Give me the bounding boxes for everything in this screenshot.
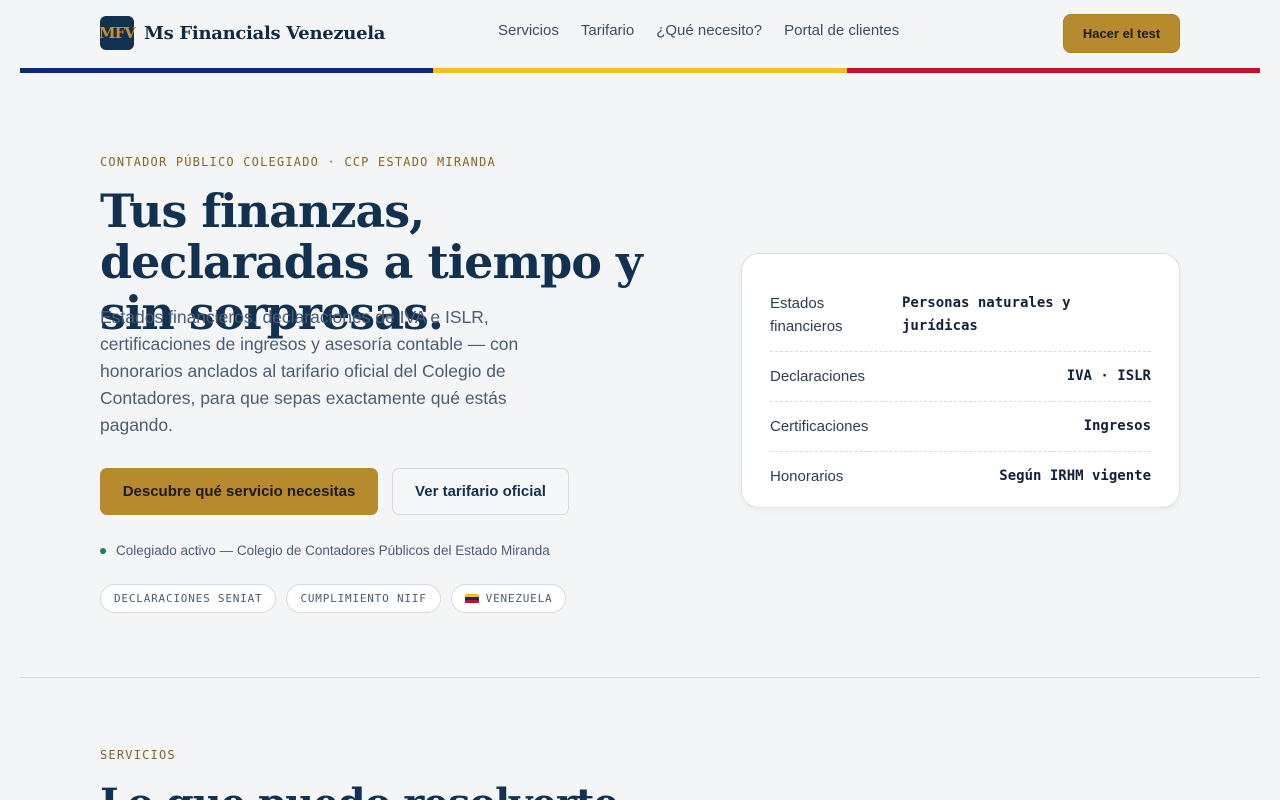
card-row: Declaraciones IVA · ISLR [770,352,1151,402]
card-row: Certificaciones Ingresos [770,402,1151,452]
card-row-label: Certificaciones [770,418,869,435]
nav-portal-clientes[interactable]: Portal de clientes [784,22,899,39]
section-divider [20,677,1260,678]
take-test-button[interactable]: Hacer el test [1063,14,1180,53]
card-row-label: Honorarios [770,468,844,485]
site-header: MFV Ms Financials Venezuela Servicios Ta… [0,0,1280,68]
nav-que-necesito[interactable]: ¿Qué necesito? [656,22,762,39]
logo-mark: MFV [99,16,136,50]
flag-stripe [20,68,1260,73]
chip-label: VENEZUELA [485,592,553,605]
services-eyebrow: SERVICIOS [100,748,176,762]
discover-service-button[interactable]: Descubre qué servicio necesitas [100,468,378,515]
main-nav: Servicios Tarifario ¿Qué necesito? Porta… [498,22,899,39]
hero-eyebrow: CONTADOR PÚBLICO COLEGIADO · CCP ESTADO … [100,155,496,169]
card-row-value: Ingresos [1083,418,1151,434]
card-row: Estados financieros Personas naturales y… [770,254,1151,352]
card-row-label: Estados financieros [770,295,843,335]
card-row-value: Personas naturales y jurídicas [902,295,1071,334]
services-summary-card: Estados financieros Personas naturales y… [741,253,1180,508]
chip-venezuela: VENEZUELA [450,584,567,613]
hero-chips: DECLARACIONES SENIAT CUMPLIMIENTO NIIF V… [100,584,567,613]
card-row-label: Declaraciones [770,368,866,385]
status-text: Colegiado activo — Colegio de Contadores… [116,543,550,558]
membership-status: Colegiado activo — Colegio de Contadores… [100,543,550,558]
nav-servicios[interactable]: Servicios [498,22,559,39]
brand[interactable]: MFV Ms Financials Venezuela [99,16,386,50]
chip-label: DECLARACIONES SENIAT [114,592,263,605]
chip-label: CUMPLIMIENTO NIIF [300,592,427,605]
card-row-value: Según IRHM vigente [999,468,1151,484]
card-row: Honorarios Según IRHM vigente [770,452,1151,501]
services-title: Lo que puedo resolverte [100,780,619,800]
nav-tarifario[interactable]: Tarifario [581,22,634,39]
flag-stripe-red [846,68,1260,73]
venezuela-flag-icon [464,593,479,604]
card-row-value: IVA · ISLR [1066,368,1151,384]
status-dot-icon [100,547,106,554]
chip-niif: CUMPLIMIENTO NIIF [286,584,441,613]
view-fees-button[interactable]: Ver tarifario oficial [392,468,569,515]
brand-name: Ms Financials Venezuela [144,22,386,44]
hero-subtitle: Estados financieros, declaraciones de IV… [100,307,519,435]
chip-seniat: DECLARACIONES SENIAT [100,584,277,613]
flag-stripe-blue [20,68,434,73]
flag-stripe-yellow [433,68,847,73]
